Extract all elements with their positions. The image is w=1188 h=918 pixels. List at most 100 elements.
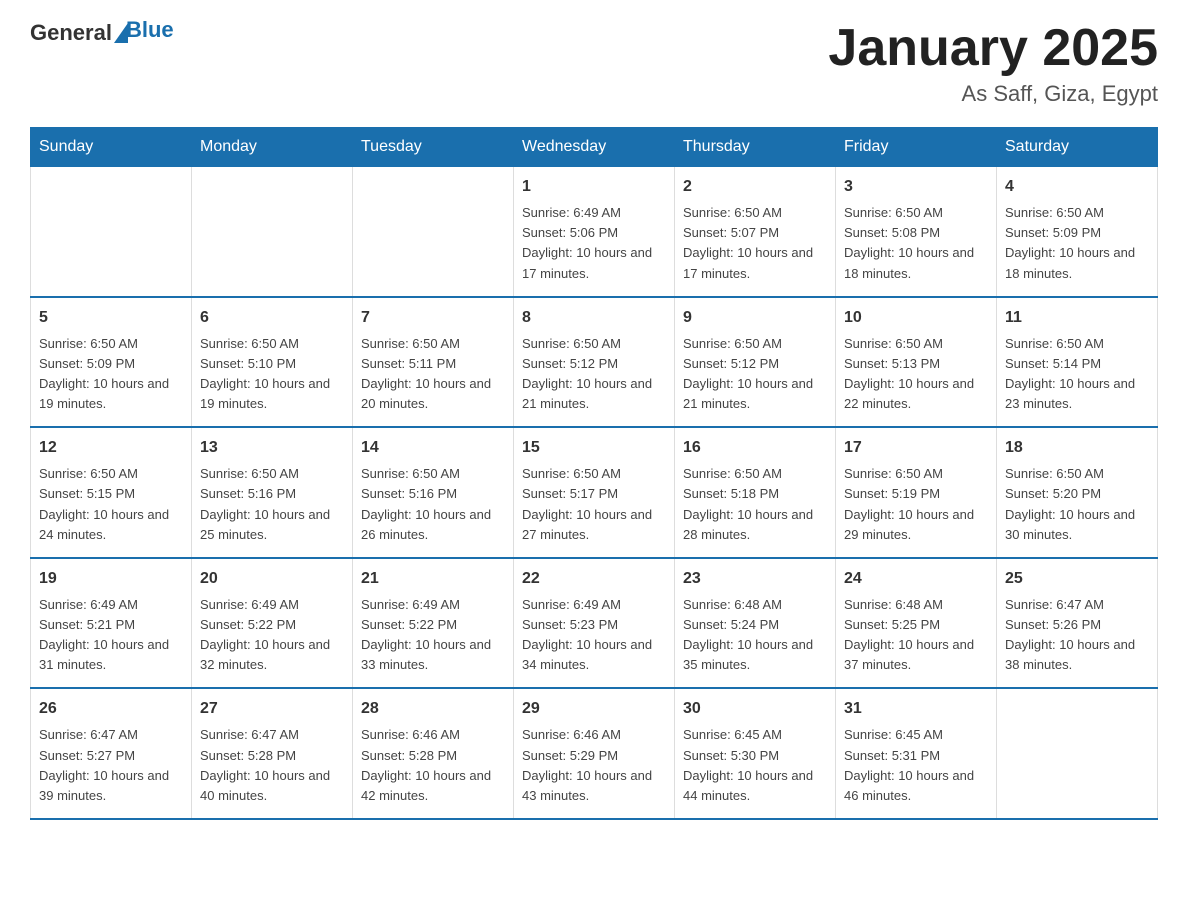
calendar-cell: 31 Sunrise: 6:45 AM Sunset: 5:31 PM Dayli… bbox=[836, 688, 997, 819]
title-area: January 2025 As Saff, Giza, Egypt bbox=[828, 20, 1158, 107]
day-number: 28 bbox=[361, 697, 505, 721]
day-number: 31 bbox=[844, 697, 988, 721]
header: General Blue January 2025 As Saff, Giza,… bbox=[30, 20, 1158, 107]
day-number: 5 bbox=[39, 306, 183, 330]
day-number: 3 bbox=[844, 175, 988, 199]
day-info: Sunrise: 6:50 AM Sunset: 5:15 PM Dayligh… bbox=[39, 464, 183, 545]
day-number: 15 bbox=[522, 436, 666, 460]
day-number: 10 bbox=[844, 306, 988, 330]
day-info: Sunrise: 6:50 AM Sunset: 5:16 PM Dayligh… bbox=[361, 464, 505, 545]
day-info: Sunrise: 6:50 AM Sunset: 5:20 PM Dayligh… bbox=[1005, 464, 1149, 545]
day-info: Sunrise: 6:50 AM Sunset: 5:09 PM Dayligh… bbox=[39, 334, 183, 415]
day-info: Sunrise: 6:50 AM Sunset: 5:12 PM Dayligh… bbox=[522, 334, 666, 415]
day-info: Sunrise: 6:50 AM Sunset: 5:07 PM Dayligh… bbox=[683, 203, 827, 284]
day-info: Sunrise: 6:49 AM Sunset: 5:21 PM Dayligh… bbox=[39, 595, 183, 676]
calendar-cell: 23Sunrise: 6:48 AM Sunset: 5:24 PM Dayli… bbox=[675, 558, 836, 689]
calendar-cell: 12 Sunrise: 6:50 AM Sunset: 5:15 PM Dayli… bbox=[31, 427, 192, 558]
day-number: 18 bbox=[1005, 436, 1149, 460]
calendar-cell: 26 Sunrise: 6:47 AM Sunset: 5:27 PM Dayli… bbox=[31, 688, 192, 819]
col-monday: Monday bbox=[192, 128, 353, 167]
day-info: Sunrise: 6:48 AM Sunset: 5:25 PM Dayligh… bbox=[844, 595, 988, 676]
calendar-cell: 5 Sunrise: 6:50 AM Sunset: 5:09 PM Daylig… bbox=[31, 297, 192, 428]
day-number: 13 bbox=[200, 436, 344, 460]
day-info: Sunrise: 6:50 AM Sunset: 5:13 PM Dayligh… bbox=[844, 334, 988, 415]
day-number: 21 bbox=[361, 567, 505, 591]
calendar-cell: 11Sunrise: 6:50 AM Sunset: 5:14 PM Dayli… bbox=[997, 297, 1158, 428]
day-info: Sunrise: 6:49 AM Sunset: 5:06 PM Dayligh… bbox=[522, 203, 666, 284]
day-number: 17 bbox=[844, 436, 988, 460]
calendar-cell: 16 Sunrise: 6:50 AM Sunset: 5:18 PM Dayli… bbox=[675, 427, 836, 558]
calendar-cell: 17Sunrise: 6:50 AM Sunset: 5:19 PM Dayli… bbox=[836, 427, 997, 558]
calendar-cell: 4 Sunrise: 6:50 AM Sunset: 5:09 PM Daylig… bbox=[997, 167, 1158, 297]
day-info: Sunrise: 6:50 AM Sunset: 5:09 PM Dayligh… bbox=[1005, 203, 1149, 284]
calendar-week-row: 1Sunrise: 6:49 AM Sunset: 5:06 PM Daylig… bbox=[31, 167, 1158, 297]
day-number: 7 bbox=[361, 306, 505, 330]
day-number: 9 bbox=[683, 306, 827, 330]
day-info: Sunrise: 6:50 AM Sunset: 5:18 PM Dayligh… bbox=[683, 464, 827, 545]
col-wednesday: Wednesday bbox=[514, 128, 675, 167]
day-info: Sunrise: 6:50 AM Sunset: 5:10 PM Dayligh… bbox=[200, 334, 344, 415]
day-number: 4 bbox=[1005, 175, 1149, 199]
logo-general-text: General bbox=[30, 20, 112, 46]
calendar-header-row: Sunday Monday Tuesday Wednesday Thursday… bbox=[31, 128, 1158, 167]
calendar-cell: 10 Sunrise: 6:50 AM Sunset: 5:13 PM Dayli… bbox=[836, 297, 997, 428]
col-sunday: Sunday bbox=[31, 128, 192, 167]
day-number: 27 bbox=[200, 697, 344, 721]
calendar-cell: 24 Sunrise: 6:48 AM Sunset: 5:25 PM Dayli… bbox=[836, 558, 997, 689]
calendar-cell: 28 Sunrise: 6:46 AM Sunset: 5:28 PM Dayli… bbox=[353, 688, 514, 819]
day-number: 29 bbox=[522, 697, 666, 721]
calendar-cell: 21 Sunrise: 6:49 AM Sunset: 5:22 PM Dayli… bbox=[353, 558, 514, 689]
day-number: 22 bbox=[522, 567, 666, 591]
day-number: 14 bbox=[361, 436, 505, 460]
calendar-cell: 25Sunrise: 6:47 AM Sunset: 5:26 PM Dayli… bbox=[997, 558, 1158, 689]
day-info: Sunrise: 6:49 AM Sunset: 5:22 PM Dayligh… bbox=[361, 595, 505, 676]
calendar-cell: 6 Sunrise: 6:50 AM Sunset: 5:10 PM Daylig… bbox=[192, 297, 353, 428]
calendar-cell: 2 Sunrise: 6:50 AM Sunset: 5:07 PM Daylig… bbox=[675, 167, 836, 297]
col-friday: Friday bbox=[836, 128, 997, 167]
day-info: Sunrise: 6:45 AM Sunset: 5:31 PM Dayligh… bbox=[844, 725, 988, 806]
day-number: 16 bbox=[683, 436, 827, 460]
calendar-cell: 1Sunrise: 6:49 AM Sunset: 5:06 PM Daylig… bbox=[514, 167, 675, 297]
day-info: Sunrise: 6:46 AM Sunset: 5:28 PM Dayligh… bbox=[361, 725, 505, 806]
day-number: 20 bbox=[200, 567, 344, 591]
day-number: 30 bbox=[683, 697, 827, 721]
calendar-cell: 8 Sunrise: 6:50 AM Sunset: 5:12 PM Daylig… bbox=[514, 297, 675, 428]
calendar-cell: 9 Sunrise: 6:50 AM Sunset: 5:12 PM Daylig… bbox=[675, 297, 836, 428]
calendar-cell: 27Sunrise: 6:47 AM Sunset: 5:28 PM Dayli… bbox=[192, 688, 353, 819]
day-info: Sunrise: 6:45 AM Sunset: 5:30 PM Dayligh… bbox=[683, 725, 827, 806]
day-info: Sunrise: 6:48 AM Sunset: 5:24 PM Dayligh… bbox=[683, 595, 827, 676]
calendar-subtitle: As Saff, Giza, Egypt bbox=[828, 81, 1158, 107]
day-info: Sunrise: 6:49 AM Sunset: 5:23 PM Dayligh… bbox=[522, 595, 666, 676]
calendar-cell: 29Sunrise: 6:46 AM Sunset: 5:29 PM Dayli… bbox=[514, 688, 675, 819]
calendar-cell: 13 Sunrise: 6:50 AM Sunset: 5:16 PM Dayli… bbox=[192, 427, 353, 558]
day-number: 8 bbox=[522, 306, 666, 330]
logo-blue-text: Blue bbox=[126, 17, 174, 42]
col-tuesday: Tuesday bbox=[353, 128, 514, 167]
calendar-cell bbox=[31, 167, 192, 297]
day-info: Sunrise: 6:47 AM Sunset: 5:27 PM Dayligh… bbox=[39, 725, 183, 806]
day-info: Sunrise: 6:50 AM Sunset: 5:08 PM Dayligh… bbox=[844, 203, 988, 284]
calendar-cell: 15 Sunrise: 6:50 AM Sunset: 5:17 PM Dayli… bbox=[514, 427, 675, 558]
logo: General Blue bbox=[30, 20, 174, 46]
day-number: 12 bbox=[39, 436, 183, 460]
calendar-cell: 7 Sunrise: 6:50 AM Sunset: 5:11 PM Daylig… bbox=[353, 297, 514, 428]
calendar-cell: 3 Sunrise: 6:50 AM Sunset: 5:08 PM Daylig… bbox=[836, 167, 997, 297]
day-info: Sunrise: 6:50 AM Sunset: 5:11 PM Dayligh… bbox=[361, 334, 505, 415]
day-info: Sunrise: 6:49 AM Sunset: 5:22 PM Dayligh… bbox=[200, 595, 344, 676]
day-info: Sunrise: 6:50 AM Sunset: 5:16 PM Dayligh… bbox=[200, 464, 344, 545]
calendar-cell: 18 Sunrise: 6:50 AM Sunset: 5:20 PM Dayli… bbox=[997, 427, 1158, 558]
calendar-cell: 22 Sunrise: 6:49 AM Sunset: 5:23 PM Dayli… bbox=[514, 558, 675, 689]
calendar-cell: 14 Sunrise: 6:50 AM Sunset: 5:16 PM Dayli… bbox=[353, 427, 514, 558]
calendar-week-row: 12 Sunrise: 6:50 AM Sunset: 5:15 PM Dayli… bbox=[31, 427, 1158, 558]
day-info: Sunrise: 6:50 AM Sunset: 5:14 PM Dayligh… bbox=[1005, 334, 1149, 415]
day-number: 24 bbox=[844, 567, 988, 591]
day-info: Sunrise: 6:50 AM Sunset: 5:12 PM Dayligh… bbox=[683, 334, 827, 415]
day-number: 6 bbox=[200, 306, 344, 330]
calendar-cell bbox=[192, 167, 353, 297]
calendar-table: Sunday Monday Tuesday Wednesday Thursday… bbox=[30, 127, 1158, 820]
day-number: 2 bbox=[683, 175, 827, 199]
day-number: 25 bbox=[1005, 567, 1149, 591]
calendar-week-row: 26 Sunrise: 6:47 AM Sunset: 5:27 PM Dayli… bbox=[31, 688, 1158, 819]
day-info: Sunrise: 6:50 AM Sunset: 5:17 PM Dayligh… bbox=[522, 464, 666, 545]
day-number: 26 bbox=[39, 697, 183, 721]
